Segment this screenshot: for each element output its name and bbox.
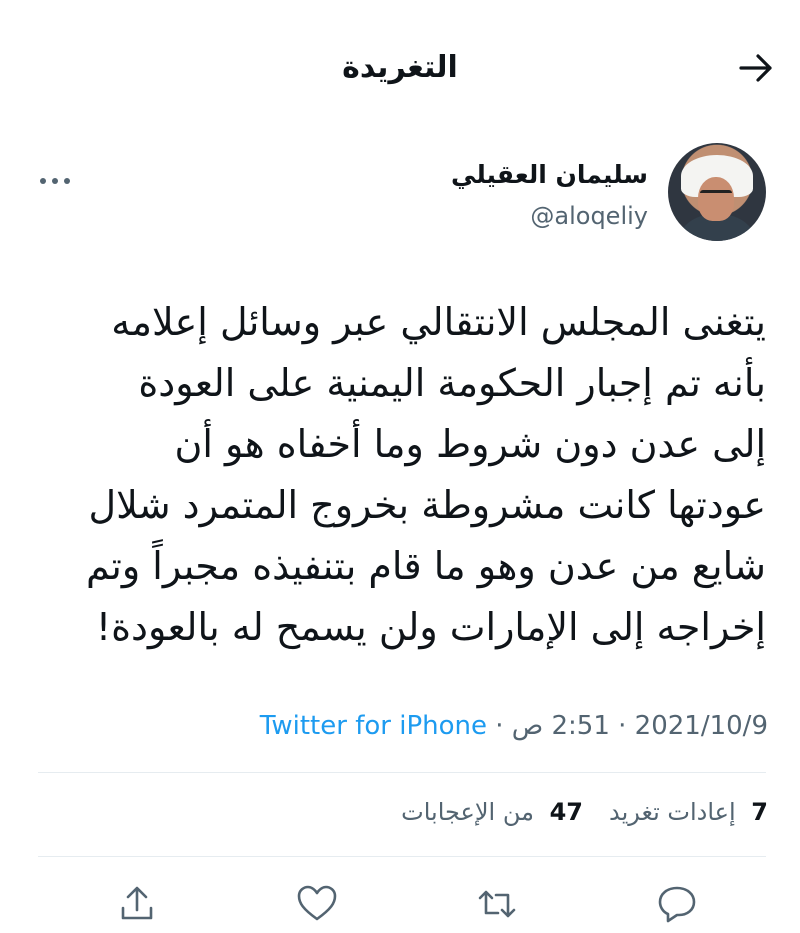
reply-icon — [658, 886, 696, 923]
tweet-text: يتغنى المجلس الانتقالي عبر وسائل إعلامه … — [85, 300, 766, 649]
meta-separator: · — [495, 711, 504, 741]
tweet-date: 2021/10/9 — [634, 711, 768, 741]
arrow-right-icon — [739, 54, 772, 82]
author-handle[interactable]: @aloqeliy — [530, 202, 648, 230]
likes-label: من الإعجابات — [401, 798, 534, 826]
share-icon — [121, 886, 153, 920]
meta-separator: · — [618, 711, 627, 741]
tweet-time: 2:51 ص — [511, 711, 610, 741]
tweet-source-link[interactable]: Twitter for iPhone — [260, 711, 487, 741]
retweets-label: إعادات تغريد — [609, 798, 736, 826]
tweet-meta: 2021/10/9 · 2:51 ص · Twitter for iPhone — [0, 711, 768, 747]
avatar-glasses — [700, 190, 732, 201]
more-dots-icon — [40, 178, 70, 184]
avatar[interactable] — [668, 143, 766, 241]
top-bar: التغريدة — [0, 0, 800, 140]
likes-stat[interactable]: 47 من الإعجابات — [401, 798, 583, 838]
like-button[interactable] — [293, 880, 341, 928]
author-name[interactable]: سليمان العقيلي — [451, 160, 648, 189]
retweets-count: 7 — [751, 798, 768, 826]
back-button[interactable] — [734, 46, 778, 90]
page-title: التغريدة — [342, 50, 458, 85]
likes-count: 47 — [549, 798, 583, 826]
more-options-button[interactable] — [37, 171, 73, 191]
tweet-stats: 7 إعادات تغريد 47 من الإعجابات — [401, 798, 768, 838]
divider — [38, 772, 766, 773]
reply-button[interactable] — [653, 880, 701, 928]
retweet-button[interactable] — [473, 880, 521, 928]
share-button[interactable] — [113, 880, 161, 928]
retweet-icon — [478, 890, 516, 918]
heart-icon — [297, 885, 337, 921]
divider — [38, 856, 766, 857]
retweets-stat[interactable]: 7 إعادات تغريد — [609, 798, 768, 838]
